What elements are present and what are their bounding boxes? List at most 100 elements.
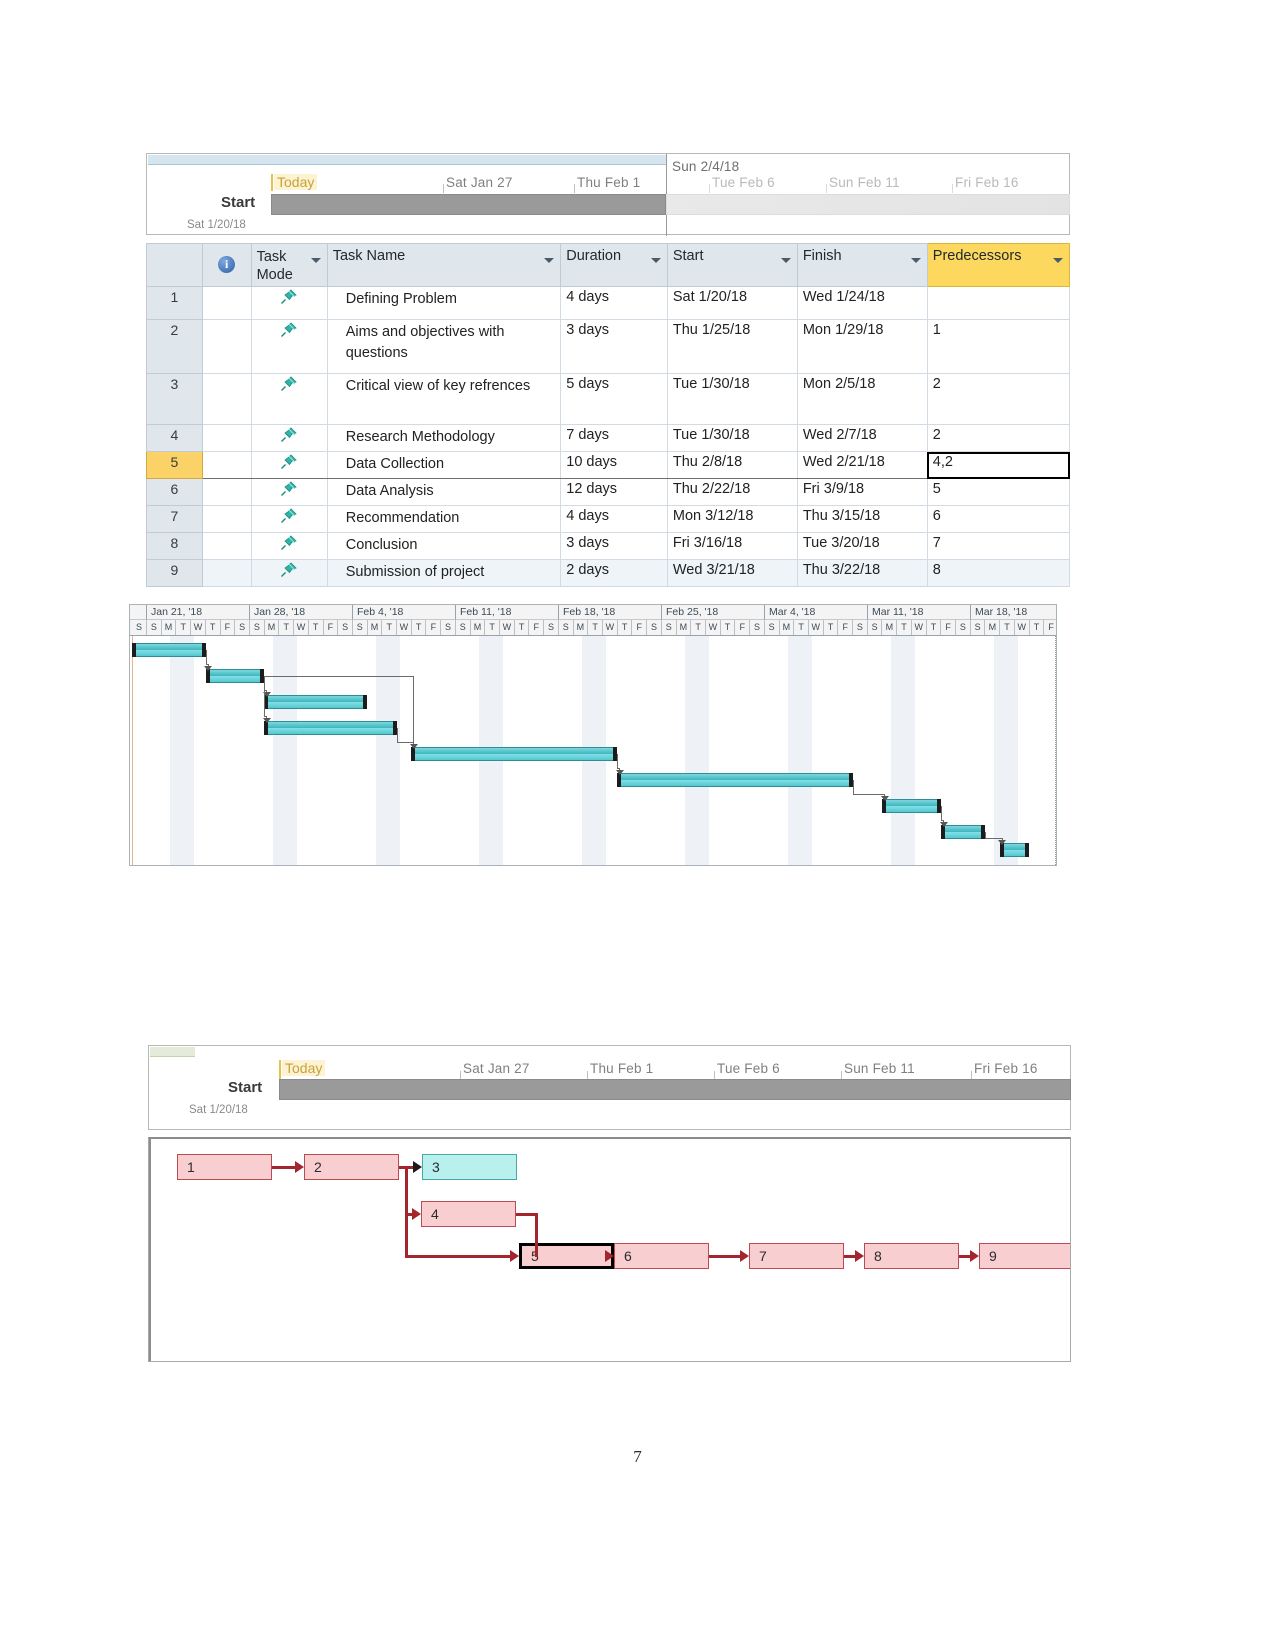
- row-predecessors[interactable]: [926, 286, 1071, 321]
- row-finish[interactable]: Mon 2/5/18: [796, 373, 928, 426]
- row-duration[interactable]: 12 days: [560, 478, 668, 507]
- row-start[interactable]: Sat 1/20/18: [666, 286, 798, 321]
- row-predecessors[interactable]: 5: [926, 478, 1071, 507]
- row-start[interactable]: Tue 1/30/18: [666, 373, 798, 426]
- row-predecessors[interactable]: 6: [926, 505, 1071, 534]
- row-task-mode[interactable]: [250, 532, 328, 561]
- row-id[interactable]: 8: [146, 532, 203, 561]
- row-finish[interactable]: Wed 1/24/18: [796, 286, 928, 321]
- row-duration[interactable]: 2 days: [560, 559, 668, 588]
- row-task-mode[interactable]: [250, 424, 328, 453]
- chevron-down-icon[interactable]: [910, 258, 921, 263]
- column-header-predecessors[interactable]: Predecessors: [926, 242, 1071, 288]
- gantt-bar[interactable]: [617, 773, 854, 787]
- network-node[interactable]: 4: [421, 1201, 516, 1227]
- network-node[interactable]: 2: [304, 1154, 399, 1180]
- row-id[interactable]: 6: [146, 478, 203, 507]
- gantt-bar[interactable]: [411, 747, 618, 761]
- row-task-name[interactable]: Data Collection: [326, 451, 562, 480]
- gantt-bar[interactable]: [999, 843, 1030, 857]
- row-start[interactable]: Thu 2/22/18: [666, 478, 798, 507]
- row-task-name[interactable]: Data Analysis: [326, 478, 562, 507]
- table-row-selected[interactable]: 5 Data Collection 10 days Thu 2/8/18 Wed…: [146, 451, 1071, 480]
- row-id[interactable]: 5: [146, 451, 203, 480]
- column-header-start[interactable]: Start: [666, 242, 798, 288]
- row-task-mode[interactable]: [250, 451, 328, 480]
- table-row[interactable]: 9 Submission of project 2 days Wed 3/21/…: [146, 559, 1071, 588]
- row-finish[interactable]: Thu 3/22/18: [796, 559, 928, 588]
- row-predecessors-selected[interactable]: 4,2: [926, 451, 1071, 480]
- row-start[interactable]: Fri 3/16/18: [666, 532, 798, 561]
- row-predecessors[interactable]: 2: [926, 373, 1071, 426]
- row-task-mode[interactable]: [250, 559, 328, 588]
- row-start[interactable]: Thu 2/8/18: [666, 451, 798, 480]
- row-task-name[interactable]: Research Methodology: [326, 424, 562, 453]
- chevron-down-icon[interactable]: [544, 258, 555, 263]
- row-task-name[interactable]: Conclusion: [326, 532, 562, 561]
- column-header-task-mode[interactable]: Task Mode: [250, 242, 328, 288]
- row-id[interactable]: 1: [146, 286, 203, 321]
- row-task-name[interactable]: Critical view of key refrences: [326, 373, 562, 426]
- gantt-bar[interactable]: [205, 669, 265, 683]
- column-header-info[interactable]: i: [201, 242, 252, 288]
- row-task-mode[interactable]: [250, 319, 328, 375]
- row-task-name[interactable]: Aims and objectives with questions: [326, 319, 562, 375]
- network-node[interactable]: 7: [749, 1243, 844, 1269]
- row-id[interactable]: 9: [146, 559, 203, 588]
- column-header-id[interactable]: [146, 242, 203, 288]
- row-id[interactable]: 4: [146, 424, 203, 453]
- row-duration[interactable]: 3 days: [560, 319, 668, 375]
- row-duration[interactable]: 10 days: [560, 451, 668, 480]
- row-task-name[interactable]: Defining Problem: [326, 286, 562, 321]
- row-duration[interactable]: 4 days: [560, 286, 668, 321]
- column-header-duration[interactable]: Duration: [560, 242, 668, 288]
- column-header-finish[interactable]: Finish: [796, 242, 928, 288]
- network-node[interactable]: 9: [979, 1243, 1070, 1269]
- row-finish[interactable]: Wed 2/21/18: [796, 451, 928, 480]
- row-start[interactable]: Mon 3/12/18: [666, 505, 798, 534]
- gantt-bar[interactable]: [132, 643, 206, 657]
- row-task-mode[interactable]: [250, 505, 328, 534]
- row-finish[interactable]: Fri 3/9/18: [796, 478, 928, 507]
- row-id[interactable]: 3: [146, 373, 203, 426]
- table-row[interactable]: 7 Recommendation 4 days Mon 3/12/18 Thu …: [146, 505, 1071, 534]
- gantt-bar[interactable]: [264, 695, 368, 709]
- table-row[interactable]: 8 Conclusion 3 days Fri 3/16/18 Tue 3/20…: [146, 532, 1071, 561]
- network-node[interactable]: 5: [519, 1243, 614, 1269]
- gantt-bar[interactable]: [882, 799, 942, 813]
- row-task-name[interactable]: Submission of project: [326, 559, 562, 588]
- row-predecessors[interactable]: 7: [926, 532, 1071, 561]
- row-id[interactable]: 2: [146, 319, 203, 375]
- chevron-down-icon[interactable]: [310, 258, 321, 263]
- chevron-down-icon[interactable]: [780, 258, 791, 263]
- table-row[interactable]: 1 Defining Problem 4 days Sat 1/20/18 We…: [146, 286, 1071, 321]
- row-finish[interactable]: Wed 2/7/18: [796, 424, 928, 453]
- row-predecessors[interactable]: 1: [926, 319, 1071, 375]
- row-finish[interactable]: Thu 3/15/18: [796, 505, 928, 534]
- chevron-down-icon[interactable]: [650, 258, 661, 263]
- network-node[interactable]: 1: [177, 1154, 272, 1180]
- row-task-mode[interactable]: [250, 478, 328, 507]
- row-duration[interactable]: 4 days: [560, 505, 668, 534]
- row-finish[interactable]: Tue 3/20/18: [796, 532, 928, 561]
- row-duration[interactable]: 5 days: [560, 373, 668, 426]
- row-task-name[interactable]: Recommendation: [326, 505, 562, 534]
- row-finish[interactable]: Mon 1/29/18: [796, 319, 928, 375]
- row-task-mode[interactable]: [250, 286, 328, 321]
- row-id[interactable]: 7: [146, 505, 203, 534]
- row-start[interactable]: Wed 3/21/18: [666, 559, 798, 588]
- network-node[interactable]: 6: [614, 1243, 709, 1269]
- gantt-bar[interactable]: [264, 721, 398, 735]
- gantt-bar[interactable]: [941, 825, 986, 839]
- row-start[interactable]: Thu 1/25/18: [666, 319, 798, 375]
- table-row[interactable]: 2 Aims and objectives with questions 3 d…: [146, 319, 1071, 375]
- row-start[interactable]: Tue 1/30/18: [666, 424, 798, 453]
- table-row[interactable]: 3 Critical view of key refrences 5 days …: [146, 373, 1071, 426]
- row-predecessors[interactable]: 8: [926, 559, 1071, 588]
- table-row[interactable]: 4 Research Methodology 7 days Tue 1/30/1…: [146, 424, 1071, 453]
- chevron-down-icon[interactable]: [1053, 258, 1063, 263]
- network-node[interactable]: 8: [864, 1243, 959, 1269]
- table-row[interactable]: 6 Data Analysis 12 days Thu 2/22/18 Fri …: [146, 478, 1071, 507]
- row-predecessors[interactable]: 2: [926, 424, 1071, 453]
- network-node[interactable]: 3: [422, 1154, 517, 1180]
